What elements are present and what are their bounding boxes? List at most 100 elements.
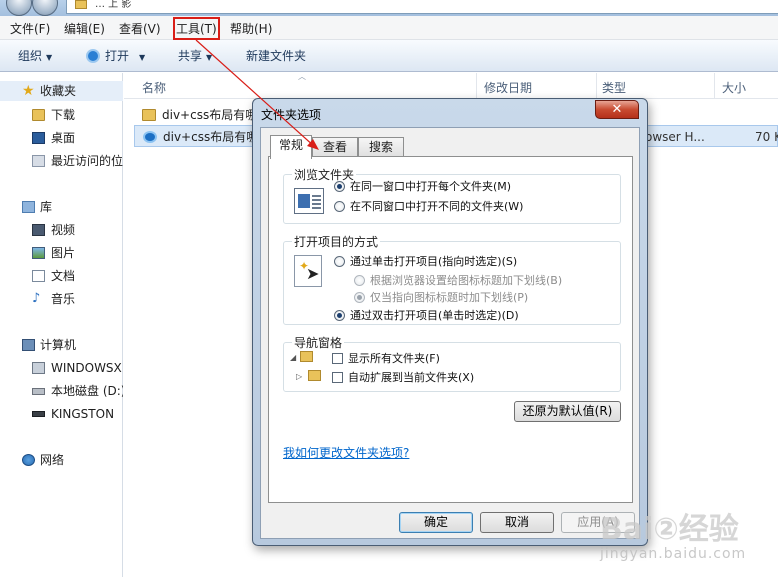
library-icon (22, 201, 35, 213)
double-click-radio[interactable] (334, 310, 345, 321)
nav-drive-usb[interactable]: KINGSTON (0, 404, 123, 424)
tab-general[interactable]: 常规 (270, 135, 312, 159)
nav-computer[interactable]: 计算机 (0, 335, 123, 355)
double-click-label[interactable]: 通过双击打开项目(单击时选定)(D) (350, 307, 519, 323)
single-click-label[interactable]: 通过单击打开项目(指向时选定)(S) (350, 253, 517, 269)
menu-bar: 文件(F) 编辑(E) 查看(V) 工具(T) 帮助(H) (0, 16, 778, 40)
nav-pictures[interactable]: 图片 (0, 243, 123, 263)
sort-up-icon: ︿ (298, 72, 306, 81)
address-bar[interactable]: … 上 影 (66, 0, 778, 14)
nav-drive-d[interactable]: 本地磁盘 (D:) (0, 381, 123, 401)
column-modified[interactable]: 修改日期 (484, 79, 532, 96)
new-window-radio[interactable] (334, 201, 345, 212)
new-folder-button[interactable]: 新建文件夹 (246, 47, 306, 64)
nav-label: WINDOWSX (51, 361, 122, 375)
nav-libraries[interactable]: 库 (0, 197, 123, 217)
column-type[interactable]: 类型 (602, 79, 626, 96)
show-all-folders-checkbox[interactable] (332, 353, 343, 364)
file-type: owser H... (645, 130, 705, 144)
nav-label: 文档 (51, 269, 76, 283)
tab-panel-general: 浏览文件夹 在同一窗口中打开每个文件夹(M) 在不同窗口中打开不同的文件夹(W)… (268, 156, 633, 503)
nav-label: 库 (40, 200, 53, 214)
system-drive-icon (32, 362, 45, 374)
column-size[interactable]: 大小 (722, 79, 746, 96)
nav-network[interactable]: 网络 (0, 450, 123, 470)
apply-button: 应用(A) (561, 512, 635, 533)
organize-label: 组织 (18, 49, 43, 63)
tab-search[interactable]: 搜索 (358, 137, 404, 157)
group-title: 浏览文件夹 (292, 166, 357, 183)
menu-tools[interactable]: 工具(T) (173, 17, 220, 40)
network-icon (22, 454, 35, 466)
restore-defaults-button[interactable]: 还原为默认值(R) (514, 401, 621, 422)
nav-documents[interactable]: 文档 (0, 266, 123, 286)
show-all-folders-label[interactable]: 显示所有文件夹(F) (348, 350, 440, 366)
music-note-icon: ♪ (32, 291, 41, 306)
folder-options-dialog: 文件夹选项 ✕ 常规 查看 搜索 浏览文件夹 在同一窗口中打开每个文件夹(M) … (252, 98, 648, 546)
document-icon (32, 270, 45, 282)
command-bar: 组织 ▼ 打开 ▼ 共享 ▼ 新建文件夹 (0, 40, 778, 72)
organize-button[interactable]: 组织 ▼ (18, 47, 52, 64)
dialog-body: 常规 查看 搜索 浏览文件夹 在同一窗口中打开每个文件夹(M) 在不同窗口中打开… (260, 127, 640, 539)
underline-browser-radio (354, 275, 365, 286)
column-divider[interactable] (596, 73, 597, 99)
same-window-radio[interactable] (334, 181, 345, 192)
ok-button[interactable]: 确定 (399, 512, 473, 533)
nav-label: 收藏夹 (40, 84, 77, 98)
column-divider[interactable] (714, 73, 715, 99)
html-file-icon (143, 131, 157, 143)
chevron-down-icon: ▼ (139, 53, 146, 62)
nav-label: 桌面 (51, 131, 76, 145)
chevron-down-icon: ▼ (206, 53, 213, 62)
single-click-radio[interactable] (334, 256, 345, 267)
menu-view[interactable]: 查看(V) (119, 20, 161, 37)
nav-label: 本地磁盘 (D:) (51, 384, 123, 398)
tree-expanded-icon: ◢ (290, 353, 297, 362)
nav-favorites[interactable]: ★ 收藏夹 (0, 81, 123, 101)
menu-edit[interactable]: 编辑(E) (64, 20, 105, 37)
click-illustration-icon: ✦ ➤ (294, 255, 322, 287)
nav-music[interactable]: ♪ 音乐 (0, 289, 123, 309)
desktop-icon (32, 132, 45, 144)
watermark-url: jingyan.baidu.com (600, 546, 747, 562)
menu-file[interactable]: 文件(F) (10, 20, 50, 37)
nav-desktop[interactable]: 桌面 (0, 128, 123, 148)
ie-icon (86, 49, 100, 63)
file-size: 70 K (755, 130, 778, 144)
open-button[interactable]: 打开 ▼ (86, 47, 145, 64)
downloads-folder-icon (32, 109, 45, 121)
click-items-group: 打开项目的方式 ✦ ➤ 通过单击打开项目(指向时选定)(S) 根据浏览器设置给图标… (283, 233, 621, 325)
auto-expand-label[interactable]: 自动扩展到当前文件夹(X) (348, 369, 474, 385)
browse-folders-illustration-icon (294, 188, 324, 214)
menu-help[interactable]: 帮助(H) (230, 20, 272, 37)
nav-downloads[interactable]: 下载 (0, 105, 123, 125)
underline-point-label: 仅当指向图标标题时加下划线(P) (370, 291, 529, 304)
back-button[interactable] (6, 0, 32, 16)
column-name[interactable]: 名称 (142, 79, 166, 96)
column-header: ︿ 名称 修改日期 类型 大小 (124, 72, 778, 99)
browse-folders-group: 浏览文件夹 在同一窗口中打开每个文件夹(M) 在不同窗口中打开不同的文件夹(W) (283, 166, 621, 224)
share-button[interactable]: 共享 ▼ (178, 47, 212, 64)
nav-recent[interactable]: 最近访问的位 (0, 151, 123, 171)
folder-icon (308, 370, 321, 381)
nav-label: 计算机 (40, 338, 77, 352)
same-window-label[interactable]: 在同一窗口中打开每个文件夹(M) (350, 178, 511, 194)
nav-drive-c[interactable]: WINDOWSX (0, 358, 123, 378)
folder-icon (300, 351, 313, 362)
new-window-label[interactable]: 在不同窗口中打开不同的文件夹(W) (350, 198, 523, 214)
close-button[interactable]: ✕ (595, 100, 639, 119)
auto-expand-checkbox[interactable] (332, 372, 343, 383)
window-title-bar: … 上 影 (0, 0, 778, 16)
cancel-button[interactable]: 取消 (480, 512, 554, 533)
dialog-title: 文件夹选项 (261, 108, 322, 122)
nav-label: 网络 (40, 453, 65, 467)
usb-drive-icon (32, 411, 45, 417)
open-label: 打开 (105, 49, 130, 63)
help-link[interactable]: 我如何更改文件夹选项? (283, 444, 409, 461)
nav-label: 视频 (51, 223, 76, 237)
column-divider[interactable] (476, 73, 477, 99)
nav-videos[interactable]: 视频 (0, 220, 123, 240)
tab-view[interactable]: 查看 (312, 137, 358, 157)
nav-label: 最近访问的位 (51, 154, 123, 168)
forward-button[interactable] (32, 0, 58, 16)
